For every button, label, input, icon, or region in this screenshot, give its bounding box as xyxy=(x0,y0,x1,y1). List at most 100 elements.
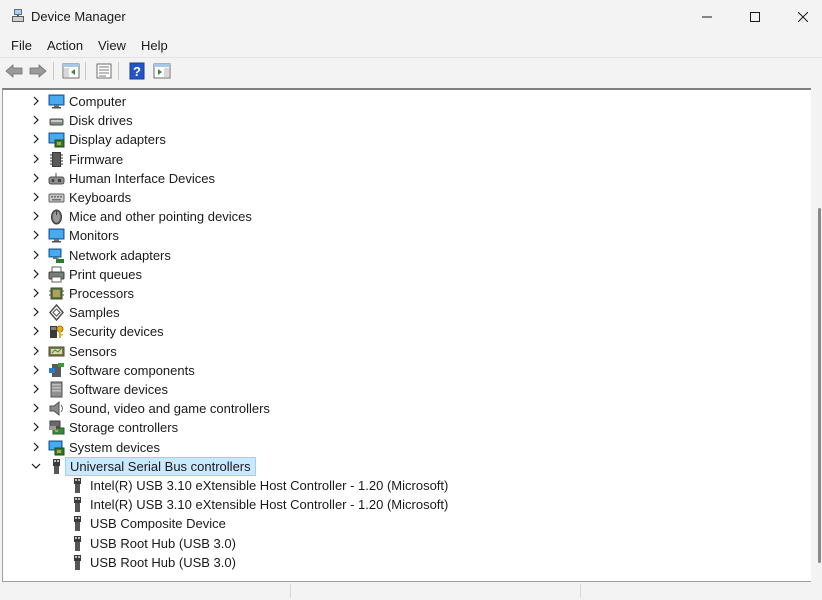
chevron-right-icon[interactable] xyxy=(30,210,42,222)
chevron-right-icon[interactable] xyxy=(30,229,42,241)
chevron-right-icon[interactable] xyxy=(30,172,42,184)
device-tree[interactable]: Computer Disk drives Display adapters Firmw… xyxy=(2,88,811,582)
tree-item-label[interactable]: USB Root Hub (USB 3.0) xyxy=(86,555,240,570)
tree-item-label[interactable]: Security devices xyxy=(65,324,168,339)
maximize-button[interactable] xyxy=(732,0,778,33)
tree-item-label[interactable]: Keyboards xyxy=(65,190,135,205)
chevron-right-icon[interactable] xyxy=(30,133,42,145)
storage-controller-icon xyxy=(48,419,65,436)
toolbar-separator xyxy=(85,62,86,80)
chevron-right-icon[interactable] xyxy=(30,268,42,280)
tree-category[interactable]: Processors xyxy=(3,284,811,303)
chevron-right-icon[interactable] xyxy=(30,249,42,261)
toolbar-separator xyxy=(118,62,119,80)
tree-item-label[interactable]: Computer xyxy=(65,94,130,109)
monitor-icon xyxy=(48,227,65,244)
chevron-right-icon[interactable] xyxy=(30,153,42,165)
action-pane-icon xyxy=(153,63,171,79)
tree-item-label[interactable]: Mice and other pointing devices xyxy=(65,209,256,224)
tree-item-label[interactable]: Print queues xyxy=(65,267,146,282)
chevron-right-icon[interactable] xyxy=(30,441,42,453)
tree-item-label[interactable]: Intel(R) USB 3.10 eXtensible Host Contro… xyxy=(86,497,452,512)
tree-item-label[interactable]: USB Root Hub (USB 3.0) xyxy=(86,536,240,551)
tree-category[interactable]: System devices xyxy=(3,438,811,457)
tree-category[interactable]: Software devices xyxy=(3,380,811,399)
tree-category[interactable]: Print queues xyxy=(3,265,811,284)
usb-plug-icon xyxy=(69,535,86,552)
tree-item-label[interactable]: Display adapters xyxy=(65,132,170,147)
tree-item-label[interactable]: Firmware xyxy=(65,152,127,167)
tree-item-label[interactable]: Sensors xyxy=(65,344,121,359)
software-component-icon xyxy=(48,362,65,379)
chevron-right-icon[interactable] xyxy=(30,402,42,414)
tree-device[interactable]: Intel(R) USB 3.10 eXtensible Host Contro… xyxy=(3,476,811,495)
tree-category[interactable]: Firmware xyxy=(3,150,811,169)
help-button[interactable]: ? xyxy=(127,61,147,81)
menu-action[interactable]: Action xyxy=(47,38,83,53)
tree-item-label[interactable]: Sound, video and game controllers xyxy=(65,401,274,416)
forward-button[interactable] xyxy=(28,61,48,81)
show-hide-console-tree-button[interactable] xyxy=(61,61,81,81)
tree-item-label[interactable]: Disk drives xyxy=(65,113,137,128)
tree-category[interactable]: Keyboards xyxy=(3,188,811,207)
tree-category[interactable]: Security devices xyxy=(3,322,811,341)
tree-item-label[interactable]: Human Interface Devices xyxy=(65,171,219,186)
chevron-right-icon[interactable] xyxy=(30,95,42,107)
console-tree-icon xyxy=(62,63,80,79)
tree-device[interactable]: USB Root Hub (USB 3.0) xyxy=(3,534,811,553)
chevron-right-icon[interactable] xyxy=(30,421,42,433)
chevron-right-icon[interactable] xyxy=(30,345,42,357)
tree-category[interactable]: Software components xyxy=(3,361,811,380)
chevron-down-icon[interactable] xyxy=(30,460,42,472)
tree-item-label[interactable]: Monitors xyxy=(65,228,123,243)
menu-file[interactable]: File xyxy=(11,38,32,53)
tree-category[interactable]: Sensors xyxy=(3,342,811,361)
tree-item-label[interactable]: Network adapters xyxy=(65,248,175,263)
tree-item-label[interactable]: Samples xyxy=(65,305,124,320)
chevron-right-icon[interactable] xyxy=(30,306,42,318)
tree-category[interactable]: Human Interface Devices xyxy=(3,169,811,188)
chevron-right-icon[interactable] xyxy=(30,287,42,299)
chevron-right-icon[interactable] xyxy=(30,191,42,203)
computer-icon xyxy=(48,93,65,110)
tree-device[interactable]: Intel(R) USB 3.10 eXtensible Host Contro… xyxy=(3,495,811,514)
tree-category[interactable]: Universal Serial Bus controllers xyxy=(3,456,811,476)
minimize-button[interactable] xyxy=(684,0,730,33)
tree-category[interactable]: Network adapters xyxy=(3,246,811,265)
tree-category[interactable]: Mice and other pointing devices xyxy=(3,207,811,226)
chevron-right-icon[interactable] xyxy=(30,114,42,126)
tree-device[interactable]: USB Root Hub (USB 3.0) xyxy=(3,553,811,572)
menu-help[interactable]: Help xyxy=(141,38,168,53)
tree-category[interactable]: Sound, video and game controllers xyxy=(3,399,811,418)
speaker-icon xyxy=(48,400,65,417)
tree-category[interactable]: Samples xyxy=(3,303,811,322)
action-pane-button[interactable] xyxy=(152,61,172,81)
close-button[interactable] xyxy=(780,0,822,33)
chevron-right-icon[interactable] xyxy=(30,325,42,337)
tree-category[interactable]: Disk drives xyxy=(3,111,811,130)
tree-item-label[interactable]: System devices xyxy=(65,440,164,455)
tree-item-label[interactable]: Universal Serial Bus controllers xyxy=(65,456,256,476)
properties-button[interactable] xyxy=(94,61,114,81)
tree-item-label[interactable]: Storage controllers xyxy=(65,420,182,435)
tree-category[interactable]: Storage controllers xyxy=(3,418,811,437)
help-icon: ? xyxy=(129,62,145,80)
mouse-icon xyxy=(48,208,65,225)
tree-item-label[interactable]: Processors xyxy=(65,286,138,301)
forward-arrow-icon xyxy=(29,64,47,78)
keyboard-icon xyxy=(48,189,65,206)
tree-item-label[interactable]: USB Composite Device xyxy=(86,516,230,531)
tree-item-label[interactable]: Intel(R) USB 3.10 eXtensible Host Contro… xyxy=(86,478,452,493)
printer-icon xyxy=(48,266,65,283)
tree-category[interactable]: Display adapters xyxy=(3,130,811,149)
chevron-right-icon[interactable] xyxy=(30,383,42,395)
tree-category[interactable]: Monitors xyxy=(3,226,811,245)
tree-item-label[interactable]: Software components xyxy=(65,363,199,378)
scrollbar-thumb[interactable] xyxy=(818,208,821,563)
chevron-right-icon[interactable] xyxy=(30,364,42,376)
menu-view[interactable]: View xyxy=(98,38,126,53)
back-button[interactable] xyxy=(4,61,24,81)
tree-item-label[interactable]: Software devices xyxy=(65,382,172,397)
tree-device[interactable]: USB Composite Device xyxy=(3,514,811,533)
tree-category[interactable]: Computer xyxy=(3,92,811,111)
